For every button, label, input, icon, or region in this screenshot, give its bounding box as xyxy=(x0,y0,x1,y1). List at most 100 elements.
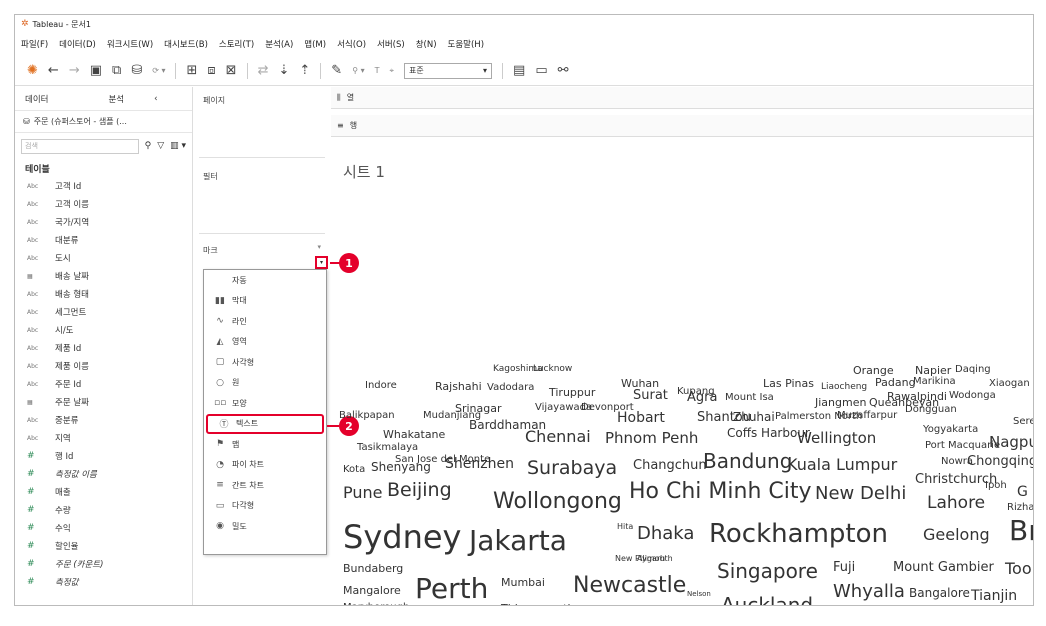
word-cloud-label[interactable]: Wodonga xyxy=(949,391,996,401)
field-item[interactable]: Abc 국가/지역 xyxy=(15,213,192,231)
mark-type-option-gantt[interactable]: ≡ 간트 차트 xyxy=(204,475,326,496)
word-cloud-label[interactable]: Mudanjiang xyxy=(423,411,481,421)
collapse-icon[interactable]: ‹ xyxy=(154,94,157,104)
swap-icon[interactable]: ⇄ xyxy=(258,64,269,77)
word-cloud-label[interactable]: Surat xyxy=(633,389,668,402)
word-cloud-label[interactable]: Too xyxy=(1005,561,1032,577)
field-item[interactable]: Abc 배송 형태 xyxy=(15,285,192,303)
forward-arrow-icon[interactable]: → xyxy=(69,64,80,77)
word-cloud-label[interactable]: Tianjin xyxy=(971,589,1017,603)
data-source-item[interactable]: ⛁ 주문 (슈퍼스토어 - 샘플 (... xyxy=(15,111,192,133)
field-item[interactable]: Abc 중분류 xyxy=(15,411,192,429)
word-cloud-label[interactable]: Napier xyxy=(915,365,951,376)
word-cloud-label[interactable]: Pune xyxy=(343,485,383,501)
word-cloud-label[interactable]: Beijing xyxy=(387,481,452,500)
menu-worksheet[interactable]: 워크시트(W) xyxy=(107,38,153,50)
word-cloud-label[interactable]: Devonport xyxy=(581,403,634,413)
word-cloud-label[interactable]: Bangalore xyxy=(909,587,970,599)
filter-icon[interactable]: ▽ xyxy=(157,141,164,151)
mark-type-option-line[interactable]: ∿ 라인 xyxy=(204,311,326,332)
field-item[interactable]: Abc 주문 Id xyxy=(15,375,192,393)
filters-card[interactable]: 필터 xyxy=(199,163,325,231)
word-cloud-label[interactable]: Changchun xyxy=(633,459,707,472)
field-item[interactable]: # 매출 xyxy=(15,483,192,501)
tab-analytics[interactable]: 분석 xyxy=(108,93,124,105)
mark-type-dropdown-button[interactable]: ▾ xyxy=(315,256,328,269)
word-cloud-label[interactable]: Liaocheng xyxy=(821,383,867,392)
word-cloud-label[interactable]: Lahore xyxy=(927,495,985,512)
word-cloud-label[interactable]: Mount Gambier xyxy=(893,561,994,574)
mark-type-option-pie[interactable]: ◔ 파이 차트 xyxy=(204,455,326,476)
word-cloud-label[interactable]: Aligarh xyxy=(637,555,665,563)
save-icon[interactable]: ▣ xyxy=(90,64,102,77)
word-cloud-label[interactable]: Seremban xyxy=(1013,417,1033,427)
marks-card-menu-icon[interactable]: ▾ xyxy=(317,243,321,251)
field-item[interactable]: # 수익 xyxy=(15,519,192,537)
duplicate-sheet-icon[interactable]: ⧈ xyxy=(207,64,215,77)
pin-icon[interactable]: ⌖ xyxy=(390,66,395,76)
word-cloud-label[interactable]: Bundaberg xyxy=(343,563,403,574)
data-source-icon[interactable]: ⛁ xyxy=(131,64,142,77)
word-cloud-label[interactable]: Perth xyxy=(415,575,488,603)
word-cloud-label[interactable]: Lucknow xyxy=(533,365,572,374)
field-item[interactable]: Abc 고객 이름 xyxy=(15,195,192,213)
rows-shelf[interactable]: ≡ 행 xyxy=(331,115,1033,137)
word-cloud-label[interactable]: Br xyxy=(1009,517,1033,545)
label-icon[interactable]: T xyxy=(375,66,380,75)
word-cloud-label[interactable]: Hita xyxy=(617,523,633,531)
word-cloud-label[interactable]: Sydney xyxy=(343,521,461,553)
mark-type-option-square[interactable]: ▢ 사각형 xyxy=(204,352,326,373)
word-cloud-label[interactable]: Hobart xyxy=(617,411,665,425)
menu-data[interactable]: 데이터(D) xyxy=(59,38,96,50)
word-cloud-label[interactable]: Xiaogan xyxy=(989,379,1030,389)
word-cloud-label[interactable]: Kuala Lumpur xyxy=(787,457,897,473)
mark-type-option-text[interactable]: Ⓣ 텍스트 xyxy=(206,413,324,434)
mark-type-option-density[interactable]: ◉ 밀도 xyxy=(204,516,326,537)
word-cloud-label[interactable]: Las Pinas xyxy=(763,378,814,389)
tab-data[interactable]: 데이터 xyxy=(25,93,48,105)
view-options-icon[interactable]: ▥ ▾ xyxy=(170,141,186,151)
word-cloud-label[interactable]: Ipoh xyxy=(985,481,1007,491)
field-item[interactable]: # 할인율 xyxy=(15,537,192,555)
word-cloud-label[interactable]: Whakatane xyxy=(383,429,445,440)
menu-window[interactable]: 창(N) xyxy=(416,38,437,50)
sort-ascending-icon[interactable]: ⇣ xyxy=(278,64,289,77)
field-item[interactable]: # 행 Id xyxy=(15,447,192,465)
sort-descending-icon[interactable]: ⇡ xyxy=(299,64,310,77)
word-cloud-label[interactable]: Chongqing xyxy=(967,455,1033,468)
word-cloud-label[interactable]: Rajshahi xyxy=(435,381,482,392)
mark-type-option-shape[interactable]: ▫▫ 모양 xyxy=(204,393,326,414)
word-cloud-label[interactable]: Indore xyxy=(365,381,397,391)
field-search-input[interactable]: 검색 xyxy=(21,138,139,154)
word-cloud-label[interactable]: Newcastle xyxy=(573,575,686,597)
word-cloud-label[interactable]: Maryborough xyxy=(343,603,409,606)
word-cloud-label[interactable]: Wollongong xyxy=(493,491,622,513)
word-cloud-label[interactable]: Port Macquarie xyxy=(925,441,1000,451)
field-item[interactable]: # 주문 (카운트) xyxy=(15,555,192,573)
field-item[interactable]: Abc 제품 이름 xyxy=(15,357,192,375)
menu-server[interactable]: 서버(S) xyxy=(377,38,405,50)
word-cloud-label[interactable]: Kota xyxy=(343,465,365,475)
word-cloud-label[interactable]: Orange xyxy=(853,365,894,376)
field-item[interactable]: Abc 세그먼트 xyxy=(15,303,192,321)
field-item[interactable]: ▦ 배송 날짜 xyxy=(15,267,192,285)
word-cloud-label[interactable]: Wuhan xyxy=(621,378,659,389)
mark-type-option-auto[interactable]: 자동 xyxy=(204,270,326,291)
word-cloud-label[interactable]: Auckland xyxy=(721,595,813,605)
menu-map[interactable]: 맵(M) xyxy=(304,38,326,50)
menu-help[interactable]: 도움말(H) xyxy=(448,38,484,50)
mark-type-option-map[interactable]: ⚑ 맵 xyxy=(204,434,326,455)
word-cloud-label[interactable]: Bandung xyxy=(703,451,792,471)
menu-dashboard[interactable]: 대시보드(B) xyxy=(164,38,208,50)
visualization-canvas[interactable]: 시트 1 Sydney Jakarta Dhaka Rockhampton Geelon… xyxy=(337,151,1033,606)
field-item[interactable]: # 측정값 xyxy=(15,573,192,591)
word-cloud-label[interactable]: Nowra xyxy=(941,457,973,467)
word-cloud-label[interactable]: Tasikmalaya xyxy=(357,443,418,453)
word-cloud-label[interactable]: Thiruvananthapuram xyxy=(501,603,617,605)
word-cloud-label[interactable]: Rockhampton xyxy=(709,521,888,547)
back-arrow-icon[interactable]: ← xyxy=(48,64,59,77)
menu-story[interactable]: 스토리(T) xyxy=(219,38,254,50)
word-cloud-label[interactable]: G xyxy=(1017,485,1028,499)
clear-sheet-icon[interactable]: ⊠ xyxy=(226,64,237,77)
word-cloud-label[interactable]: Fuji xyxy=(833,561,855,574)
